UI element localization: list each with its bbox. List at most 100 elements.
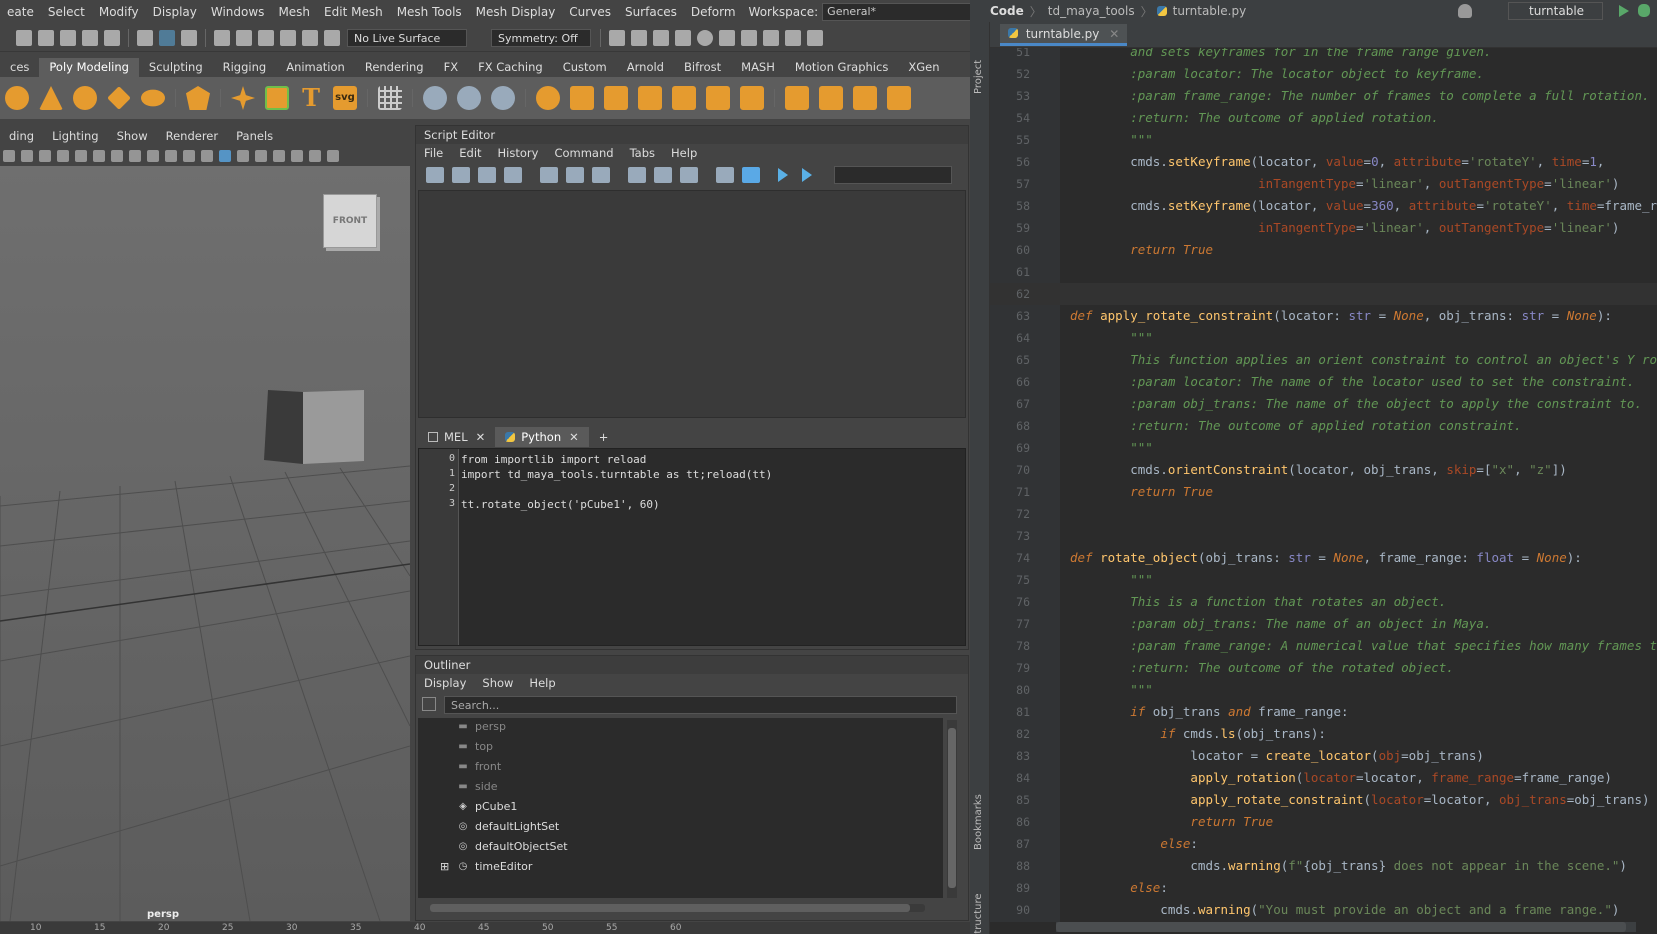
viewport-menu-item[interactable]: ding [0,129,43,143]
view-cube[interactable]: FRONT [323,194,377,248]
arnold-render-icon[interactable] [719,29,735,46]
image-plane-icon[interactable] [57,150,69,162]
shelf-tab[interactable]: Rendering [355,58,434,77]
breadcrumb-root[interactable]: Code [984,4,1030,18]
script-menu-item[interactable]: Help [663,146,705,160]
outliner-item[interactable]: ▬ top [456,740,493,753]
snap-curve-icon[interactable] [236,29,252,46]
snap-live-icon[interactable] [324,29,340,46]
symmetry-dropdown[interactable]: Symmetry: Off [491,28,591,47]
menu-item[interactable]: Windows [204,5,272,19]
snap-grid-icon[interactable] [214,29,230,46]
save-scene-icon[interactable] [60,29,76,46]
shelf-tab[interactable]: ces [0,58,39,77]
menu-item[interactable]: Modify [92,5,146,19]
shelf-tab[interactable]: Poly Modeling [39,58,139,77]
outliner-item[interactable]: ◈ pCube1 [456,800,517,813]
script-menu-item[interactable]: Command [546,146,621,160]
textured-icon[interactable] [255,150,267,162]
select-component-icon[interactable] [181,29,197,46]
shelf-tab[interactable]: Motion Graphics [785,58,898,77]
clear-history-icon[interactable] [540,167,558,183]
add-tab-button[interactable]: + [589,427,619,447]
shelf-tab[interactable]: MASH [731,58,785,77]
code-editor[interactable]: 51 and sets keyframes for in the frame r… [990,48,1657,922]
breadcrumb-file[interactable]: turntable.py [1167,4,1253,18]
outliner-menu-item[interactable]: Display [416,676,474,690]
project-tool-tab[interactable]: Project [973,60,984,94]
append-icon[interactable] [819,86,843,110]
hypershade-icon[interactable] [697,29,713,46]
save-script-shelf-icon[interactable] [504,167,522,183]
bookmarks-icon[interactable] [39,150,51,162]
grid-toggle-icon[interactable] [75,150,87,162]
platonic-icon[interactable] [186,86,210,110]
outliner-menu-item[interactable]: Show [474,676,521,690]
outliner-menu-item[interactable]: Help [521,676,563,690]
scroll-thumb[interactable] [948,728,956,888]
open-script-icon[interactable] [426,167,444,183]
show-both-icon[interactable] [680,167,698,183]
clear-all-icon[interactable] [592,167,610,183]
line-numbers-icon[interactable] [742,167,760,183]
disc-icon[interactable] [141,89,165,107]
live-surface-field[interactable]: No Live Surface [347,28,467,47]
show-history-icon[interactable] [628,167,646,183]
field-chart-icon[interactable] [147,150,159,162]
workspace-selector[interactable]: Workspace: General* [749,3,970,21]
debug-icon[interactable] [1638,4,1650,17]
run-configuration-dropdown[interactable]: turntable [1508,2,1603,20]
file-tab-turntable[interactable]: turntable.py ✕ [1000,24,1128,46]
script-search-input[interactable] [834,166,952,184]
shelf-tab[interactable]: Sculpting [139,58,213,77]
time-slider[interactable]: 10 15 20 25 30 35 40 45 50 55 60 [0,922,970,934]
bevel-icon[interactable] [740,86,764,110]
outliner-item[interactable]: ◎ defaultLightSet [456,820,560,833]
bookmarks-tool-tab[interactable]: Bookmarks [973,794,984,850]
menu-item[interactable]: Select [41,5,92,19]
plane-icon[interactable] [107,86,131,110]
tab-mel[interactable]: MEL ✕ [418,427,495,447]
smooth-shade-icon[interactable] [219,150,231,162]
scroll-thumb[interactable] [1056,922,1626,932]
viewport-menu-item[interactable]: Lighting [43,129,107,143]
menu-item[interactable]: Display [146,5,204,19]
type-icon[interactable]: T [299,86,323,110]
open-scene-icon[interactable] [38,29,54,46]
ipr-render-icon[interactable] [653,29,669,46]
wireframe-on-shaded-icon[interactable] [237,150,249,162]
modeling-toolkit-icon[interactable] [741,29,757,46]
outliner-filter-icon[interactable] [422,697,436,711]
scroll-thumb[interactable] [430,904,910,912]
viewport-menu-item[interactable]: Panels [227,129,282,143]
sweep-mesh-icon[interactable] [265,86,289,110]
outliner-item[interactable]: ▬ side [456,780,497,793]
script-menu-item[interactable]: Tabs [622,146,663,160]
outliner-item[interactable]: ◷ timeEditor ⊞ [440,860,532,873]
redo-icon[interactable] [104,29,120,46]
render-view-icon[interactable] [609,29,625,46]
menu-item[interactable]: eate [0,5,41,19]
script-menu-item[interactable]: Edit [451,146,489,160]
breadcrumb-package[interactable]: td_maya_tools [1042,4,1141,18]
svg-icon[interactable]: svg [333,86,357,110]
outliner-hscroll[interactable] [430,904,925,912]
shelf-tab[interactable]: Bifrost [674,58,731,77]
menu-item[interactable]: Deform [684,5,743,19]
film-gate-icon[interactable] [93,150,105,162]
menu-item[interactable]: Mesh Display [469,5,563,19]
resolution-gate-icon[interactable] [111,150,123,162]
select-object-icon[interactable] [159,29,175,46]
clear-input-icon[interactable] [566,167,584,183]
new-scene-icon[interactable] [16,29,32,46]
3d-viewport[interactable]: FRONT [0,166,410,921]
camera-attributes-icon[interactable] [21,150,33,162]
combine-icon[interactable] [536,86,560,110]
attribute-editor-icon[interactable] [763,29,779,46]
snap-surface-icon[interactable] [280,29,296,46]
close-icon[interactable]: ✕ [1109,27,1119,41]
close-icon[interactable]: ✕ [476,430,486,444]
script-menu-item[interactable]: File [416,146,451,160]
close-icon[interactable]: ✕ [569,430,579,444]
shelf-tab[interactable]: Rigging [213,58,277,77]
